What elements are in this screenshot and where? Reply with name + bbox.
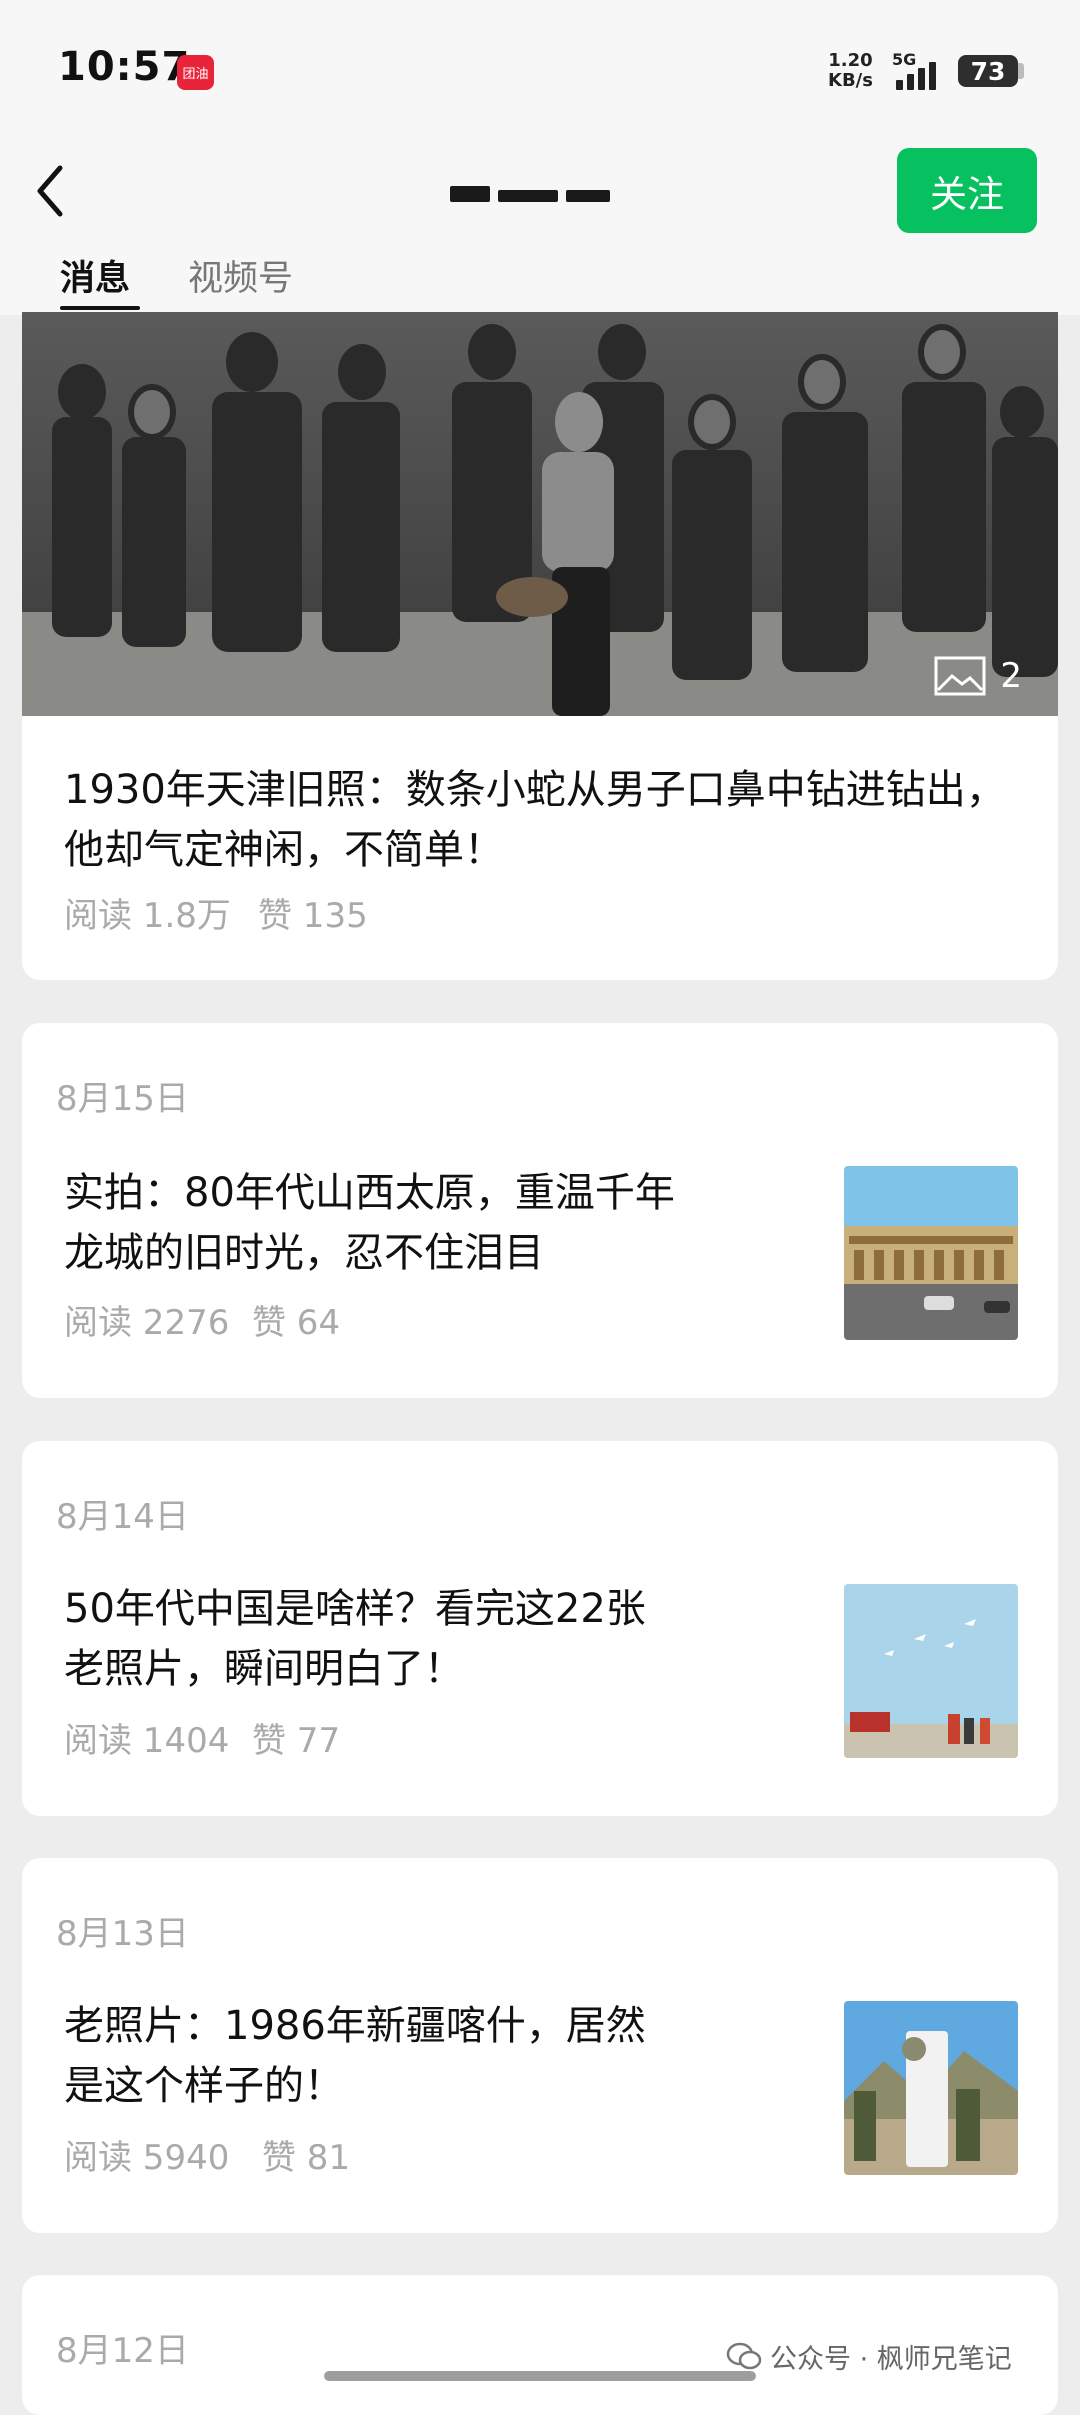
back-icon[interactable] [30, 160, 82, 222]
image-count-badge: 2 [934, 656, 1022, 696]
article-thumbnail[interactable] [844, 2001, 1018, 2175]
article-title[interactable]: 老照片：1986年新疆喀什，居然是这个样子的！ [64, 1996, 684, 2116]
article-reads: 阅读 1404 [64, 1721, 230, 1761]
article-card[interactable]: 8月14日 50年代中国是啥样？看完这22张老照片，瞬间明白了！ 阅读 1404… [22, 1441, 1058, 1816]
article-thumbnail[interactable] [844, 1584, 1018, 1758]
image-icon [934, 656, 986, 696]
account-name-redacted [450, 180, 630, 208]
featured-article-reads: 阅读 1.8万 [64, 896, 231, 936]
wechat-icon [726, 2342, 762, 2369]
network-type: 5G [892, 50, 917, 69]
image-count: 2 [1000, 656, 1022, 696]
article-likes: 赞 64 [252, 1303, 341, 1343]
featured-article-photo[interactable]: 2 [22, 312, 1058, 716]
article-likes: 赞 81 [262, 2138, 351, 2178]
tab-channels[interactable]: 视频号 [188, 250, 293, 301]
tab-underline [60, 306, 140, 310]
app-badge-icon: 团油 [177, 55, 214, 90]
article-reads: 阅读 5940 [64, 2138, 230, 2178]
status-time: 10:57 [58, 44, 191, 90]
battery-tip [1018, 63, 1024, 79]
network-speed-unit: KB/s [828, 70, 873, 91]
article-card[interactable]: 8月13日 老照片：1986年新疆喀什，居然是这个样子的！ 阅读 5940 赞 … [22, 1858, 1058, 2233]
network-speed: 1.20 KB/s [828, 51, 873, 91]
article-title[interactable]: 50年代中国是啥样？看完这22张老照片，瞬间明白了！ [64, 1579, 684, 1699]
tab-messages[interactable]: 消息 [60, 250, 130, 301]
article-thumbnail[interactable] [844, 1166, 1018, 1340]
article-likes: 赞 77 [252, 1721, 341, 1761]
battery-icon: 73 [958, 55, 1018, 87]
article-card[interactable]: 8月15日 实拍：80年代山西太原，重温千年龙城的旧时光，忍不住泪目 阅读 22… [22, 1023, 1058, 1398]
article-date: 8月14日 [56, 1497, 189, 1537]
follow-button[interactable]: 关注 [897, 148, 1037, 233]
signal-icon: 5G [890, 50, 946, 90]
article-title[interactable]: 实拍：80年代山西太原，重温千年龙城的旧时光，忍不住泪目 [64, 1163, 684, 1283]
watermark-text: 公众号 · 枫师兄笔记 [770, 2344, 1012, 2375]
featured-article-likes: 赞 135 [258, 896, 368, 936]
network-speed-value: 1.20 [828, 50, 873, 71]
article-date: 8月12日 [56, 2331, 189, 2371]
article-reads: 阅读 2276 [64, 1303, 230, 1343]
watermark: 公众号 · 枫师兄笔记 [726, 2337, 1012, 2376]
article-date: 8月15日 [56, 1079, 189, 1119]
home-indicator[interactable] [324, 2371, 756, 2381]
article-date: 8月13日 [56, 1914, 189, 1954]
featured-article-title[interactable]: 1930年天津旧照：数条小蛇从男子口鼻中钻进钻出，他却气定神闲，不简单！ [64, 760, 1024, 880]
